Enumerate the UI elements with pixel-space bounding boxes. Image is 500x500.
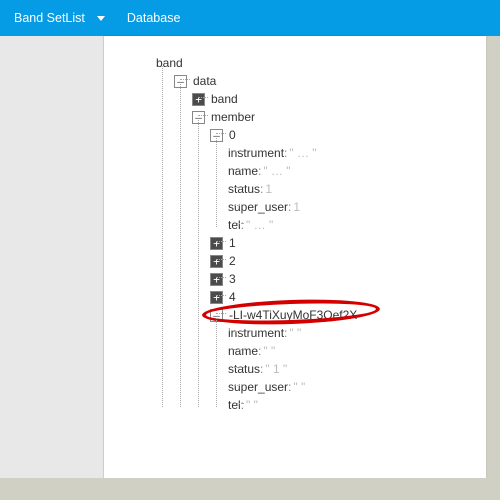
leaf-key[interactable]: tel (228, 398, 241, 412)
expand-icon[interactable]: + (210, 255, 223, 268)
expand-icon[interactable]: + (210, 273, 223, 286)
node-key[interactable]: band (211, 92, 238, 106)
tree-node: +2 (192, 252, 478, 270)
leaf-value: " 1 " (265, 362, 287, 376)
leaf-key[interactable]: name (228, 344, 258, 358)
node-key[interactable]: data (193, 74, 216, 88)
sidebar (0, 36, 104, 478)
node-key[interactable]: 2 (229, 254, 236, 268)
leaf-value: " … " (246, 218, 273, 232)
tree-node: – 0 instrument: " … " (192, 126, 478, 234)
caret-down-icon[interactable] (97, 16, 105, 21)
node-key[interactable]: 3 (229, 272, 236, 286)
leaf-key[interactable]: status (228, 362, 260, 376)
tree-node-pushkey: – -LI-w4TiXuyMoF3Qef2X instrument: (192, 306, 478, 414)
tree-leaf: status: 1 (210, 180, 478, 198)
app-header: Band SetList Database (0, 0, 500, 36)
leaf-value: 1 (265, 182, 272, 196)
expand-icon[interactable]: + (210, 237, 223, 250)
leaf-key[interactable]: super_user (228, 200, 288, 214)
node-key[interactable]: member (211, 110, 255, 124)
leaf-value: " " (293, 380, 305, 394)
tree-root: band – data + (138, 54, 478, 414)
node-key[interactable]: -LI-w4TiXuyMoF3Qef2X (229, 308, 357, 322)
tree-node: – data + band (156, 72, 478, 414)
leaf-value: " … " (263, 164, 290, 178)
tree-leaf: tel: " … " (210, 216, 478, 234)
expand-icon[interactable]: + (192, 93, 205, 106)
tree-node: + band (174, 90, 478, 108)
tree-leaf: super_user: 1 (210, 198, 478, 216)
leaf-value: " " (246, 398, 258, 412)
bottom-bar (0, 478, 500, 500)
leaf-key[interactable]: super_user (228, 380, 288, 394)
tree-leaf: status: " 1 " (210, 360, 478, 378)
tree-leaf: super_user: " " (210, 378, 478, 396)
leaf-key[interactable]: instrument (228, 326, 284, 340)
node-key[interactable]: 4 (229, 290, 236, 304)
tree-panel: band – data + (104, 36, 486, 478)
tab-database[interactable]: Database (127, 11, 181, 25)
leaf-key[interactable]: status (228, 182, 260, 196)
tree-leaf: name: " … " (210, 162, 478, 180)
tree-leaf: tel: " " (210, 396, 478, 414)
expand-icon[interactable]: + (210, 291, 223, 304)
tree-node: +1 (192, 234, 478, 252)
leaf-value: " " (289, 326, 301, 340)
leaf-key[interactable]: tel (228, 218, 241, 232)
tree-node: +4 (192, 288, 478, 306)
tree-node: +3 (192, 270, 478, 288)
tree-leaf: name: " " (210, 342, 478, 360)
tree-leaf: instrument: " " (210, 324, 478, 342)
leaf-key[interactable]: name (228, 164, 258, 178)
node-key[interactable]: 0 (229, 128, 236, 142)
leaf-value: " " (263, 344, 275, 358)
node-key[interactable]: 1 (229, 236, 236, 250)
node-key[interactable]: band (156, 56, 183, 70)
leaf-key[interactable]: instrument (228, 146, 284, 160)
leaf-value: " … " (289, 146, 316, 160)
tree-node: – member – 0 (174, 108, 478, 414)
app-name[interactable]: Band SetList (14, 11, 85, 25)
leaf-value: 1 (293, 200, 300, 214)
tree-leaf: instrument: " … " (210, 144, 478, 162)
